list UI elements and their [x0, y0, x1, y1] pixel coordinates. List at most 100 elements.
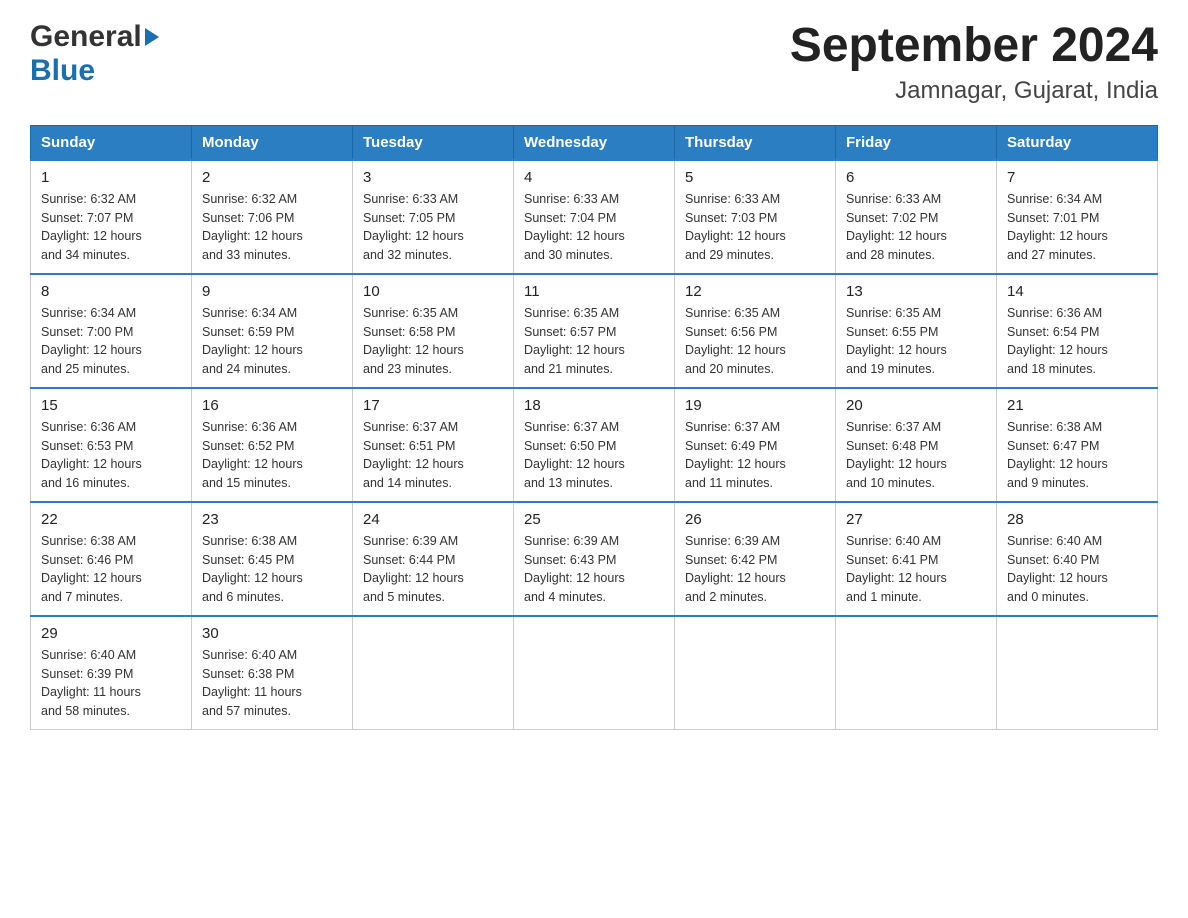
- table-row: [675, 616, 836, 730]
- day-number: 4: [524, 169, 664, 186]
- table-row: 2 Sunrise: 6:32 AMSunset: 7:06 PMDayligh…: [192, 160, 353, 274]
- day-info: Sunrise: 6:37 AMSunset: 6:50 PMDaylight:…: [524, 420, 625, 490]
- day-info: Sunrise: 6:37 AMSunset: 6:51 PMDaylight:…: [363, 420, 464, 490]
- day-info: Sunrise: 6:38 AMSunset: 6:47 PMDaylight:…: [1007, 420, 1108, 490]
- day-info: Sunrise: 6:35 AMSunset: 6:55 PMDaylight:…: [846, 306, 947, 376]
- table-row: 17 Sunrise: 6:37 AMSunset: 6:51 PMDaylig…: [353, 388, 514, 502]
- day-info: Sunrise: 6:38 AMSunset: 6:45 PMDaylight:…: [202, 534, 303, 604]
- calendar-week-row: 22 Sunrise: 6:38 AMSunset: 6:46 PMDaylig…: [31, 502, 1158, 616]
- day-number: 25: [524, 511, 664, 528]
- title-block: September 2024 Jamnagar, Gujarat, India: [790, 20, 1158, 105]
- day-number: 20: [846, 397, 986, 414]
- day-info: Sunrise: 6:33 AMSunset: 7:05 PMDaylight:…: [363, 192, 464, 262]
- header-thursday: Thursday: [675, 125, 836, 160]
- table-row: 28 Sunrise: 6:40 AMSunset: 6:40 PMDaylig…: [997, 502, 1158, 616]
- table-row: 21 Sunrise: 6:38 AMSunset: 6:47 PMDaylig…: [997, 388, 1158, 502]
- table-row: 7 Sunrise: 6:34 AMSunset: 7:01 PMDayligh…: [997, 160, 1158, 274]
- header-monday: Monday: [192, 125, 353, 160]
- logo: General Blue: [30, 20, 159, 88]
- table-row: 19 Sunrise: 6:37 AMSunset: 6:49 PMDaylig…: [675, 388, 836, 502]
- day-info: Sunrise: 6:32 AMSunset: 7:06 PMDaylight:…: [202, 192, 303, 262]
- day-info: Sunrise: 6:40 AMSunset: 6:39 PMDaylight:…: [41, 648, 141, 718]
- day-number: 27: [846, 511, 986, 528]
- table-row: 24 Sunrise: 6:39 AMSunset: 6:44 PMDaylig…: [353, 502, 514, 616]
- day-info: Sunrise: 6:36 AMSunset: 6:52 PMDaylight:…: [202, 420, 303, 490]
- logo-general-text: General: [30, 20, 142, 54]
- day-number: 28: [1007, 511, 1147, 528]
- day-number: 13: [846, 283, 986, 300]
- day-number: 1: [41, 169, 181, 186]
- table-row: 9 Sunrise: 6:34 AMSunset: 6:59 PMDayligh…: [192, 274, 353, 388]
- table-row: [836, 616, 997, 730]
- day-number: 21: [1007, 397, 1147, 414]
- page-header: General Blue September 2024 Jamnagar, Gu…: [30, 20, 1158, 105]
- table-row: 22 Sunrise: 6:38 AMSunset: 6:46 PMDaylig…: [31, 502, 192, 616]
- day-info: Sunrise: 6:40 AMSunset: 6:38 PMDaylight:…: [202, 648, 302, 718]
- day-number: 22: [41, 511, 181, 528]
- table-row: 10 Sunrise: 6:35 AMSunset: 6:58 PMDaylig…: [353, 274, 514, 388]
- day-info: Sunrise: 6:33 AMSunset: 7:03 PMDaylight:…: [685, 192, 786, 262]
- location-subtitle: Jamnagar, Gujarat, India: [790, 77, 1158, 105]
- table-row: 3 Sunrise: 6:33 AMSunset: 7:05 PMDayligh…: [353, 160, 514, 274]
- day-number: 9: [202, 283, 342, 300]
- table-row: 11 Sunrise: 6:35 AMSunset: 6:57 PMDaylig…: [514, 274, 675, 388]
- logo-arrow-icon: [145, 28, 159, 46]
- day-info: Sunrise: 6:37 AMSunset: 6:49 PMDaylight:…: [685, 420, 786, 490]
- table-row: 8 Sunrise: 6:34 AMSunset: 7:00 PMDayligh…: [31, 274, 192, 388]
- day-info: Sunrise: 6:39 AMSunset: 6:43 PMDaylight:…: [524, 534, 625, 604]
- table-row: 18 Sunrise: 6:37 AMSunset: 6:50 PMDaylig…: [514, 388, 675, 502]
- table-row: 26 Sunrise: 6:39 AMSunset: 6:42 PMDaylig…: [675, 502, 836, 616]
- day-number: 30: [202, 625, 342, 642]
- calendar-header-row: Sunday Monday Tuesday Wednesday Thursday…: [31, 125, 1158, 160]
- day-info: Sunrise: 6:39 AMSunset: 6:42 PMDaylight:…: [685, 534, 786, 604]
- day-number: 15: [41, 397, 181, 414]
- day-info: Sunrise: 6:34 AMSunset: 7:00 PMDaylight:…: [41, 306, 142, 376]
- day-info: Sunrise: 6:32 AMSunset: 7:07 PMDaylight:…: [41, 192, 142, 262]
- page-title: September 2024: [790, 20, 1158, 73]
- day-info: Sunrise: 6:40 AMSunset: 6:40 PMDaylight:…: [1007, 534, 1108, 604]
- table-row: 13 Sunrise: 6:35 AMSunset: 6:55 PMDaylig…: [836, 274, 997, 388]
- header-tuesday: Tuesday: [353, 125, 514, 160]
- table-row: 1 Sunrise: 6:32 AMSunset: 7:07 PMDayligh…: [31, 160, 192, 274]
- day-info: Sunrise: 6:38 AMSunset: 6:46 PMDaylight:…: [41, 534, 142, 604]
- logo-blue-text: Blue: [30, 54, 95, 87]
- day-number: 3: [363, 169, 503, 186]
- day-number: 7: [1007, 169, 1147, 186]
- table-row: 29 Sunrise: 6:40 AMSunset: 6:39 PMDaylig…: [31, 616, 192, 730]
- day-number: 17: [363, 397, 503, 414]
- day-info: Sunrise: 6:40 AMSunset: 6:41 PMDaylight:…: [846, 534, 947, 604]
- table-row: 4 Sunrise: 6:33 AMSunset: 7:04 PMDayligh…: [514, 160, 675, 274]
- header-wednesday: Wednesday: [514, 125, 675, 160]
- day-number: 6: [846, 169, 986, 186]
- calendar-week-row: 8 Sunrise: 6:34 AMSunset: 7:00 PMDayligh…: [31, 274, 1158, 388]
- day-info: Sunrise: 6:33 AMSunset: 7:02 PMDaylight:…: [846, 192, 947, 262]
- table-row: [353, 616, 514, 730]
- header-friday: Friday: [836, 125, 997, 160]
- table-row: 23 Sunrise: 6:38 AMSunset: 6:45 PMDaylig…: [192, 502, 353, 616]
- day-number: 24: [363, 511, 503, 528]
- table-row: [997, 616, 1158, 730]
- day-info: Sunrise: 6:39 AMSunset: 6:44 PMDaylight:…: [363, 534, 464, 604]
- day-info: Sunrise: 6:35 AMSunset: 6:57 PMDaylight:…: [524, 306, 625, 376]
- table-row: 14 Sunrise: 6:36 AMSunset: 6:54 PMDaylig…: [997, 274, 1158, 388]
- day-info: Sunrise: 6:35 AMSunset: 6:58 PMDaylight:…: [363, 306, 464, 376]
- table-row: 20 Sunrise: 6:37 AMSunset: 6:48 PMDaylig…: [836, 388, 997, 502]
- day-number: 10: [363, 283, 503, 300]
- header-saturday: Saturday: [997, 125, 1158, 160]
- table-row: [514, 616, 675, 730]
- calendar-week-row: 15 Sunrise: 6:36 AMSunset: 6:53 PMDaylig…: [31, 388, 1158, 502]
- day-number: 5: [685, 169, 825, 186]
- day-info: Sunrise: 6:35 AMSunset: 6:56 PMDaylight:…: [685, 306, 786, 376]
- day-info: Sunrise: 6:34 AMSunset: 7:01 PMDaylight:…: [1007, 192, 1108, 262]
- day-number: 8: [41, 283, 181, 300]
- table-row: 25 Sunrise: 6:39 AMSunset: 6:43 PMDaylig…: [514, 502, 675, 616]
- day-number: 16: [202, 397, 342, 414]
- day-info: Sunrise: 6:36 AMSunset: 6:53 PMDaylight:…: [41, 420, 142, 490]
- day-number: 11: [524, 283, 664, 300]
- day-number: 19: [685, 397, 825, 414]
- table-row: 16 Sunrise: 6:36 AMSunset: 6:52 PMDaylig…: [192, 388, 353, 502]
- table-row: 5 Sunrise: 6:33 AMSunset: 7:03 PMDayligh…: [675, 160, 836, 274]
- day-number: 2: [202, 169, 342, 186]
- table-row: 27 Sunrise: 6:40 AMSunset: 6:41 PMDaylig…: [836, 502, 997, 616]
- day-number: 23: [202, 511, 342, 528]
